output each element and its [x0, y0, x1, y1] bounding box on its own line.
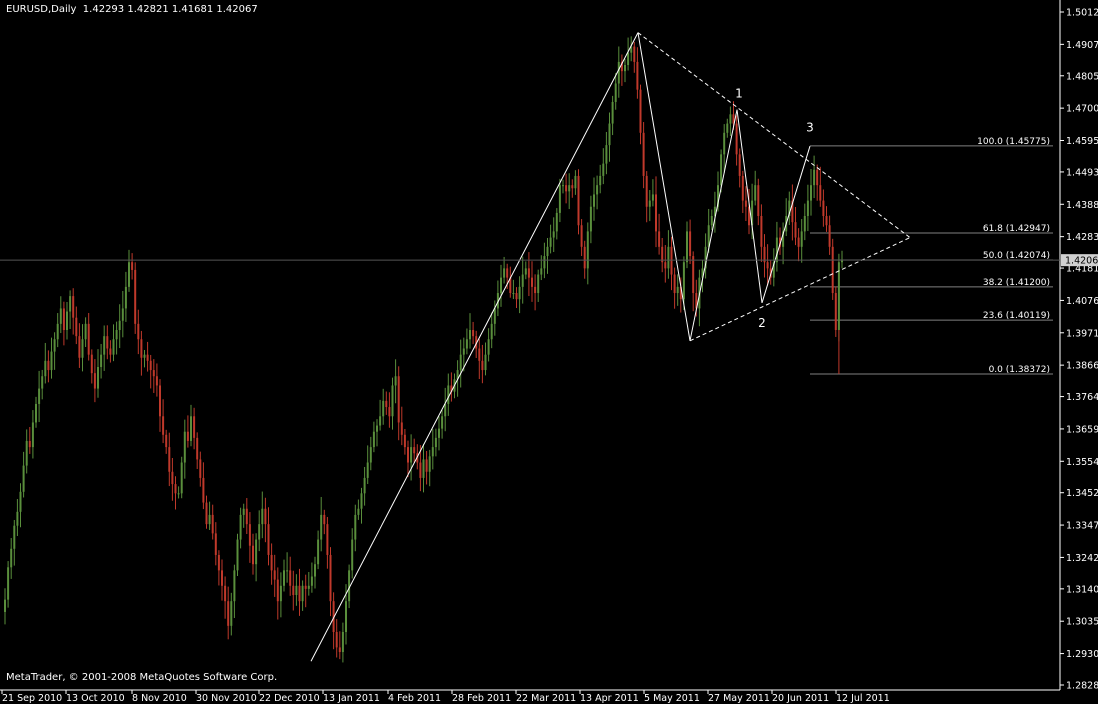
bull-candle [236, 533, 239, 576]
fib-level-label: 50.0 (1.42074) [983, 251, 1050, 261]
x-tick-label: 12 Jul 2011 [836, 693, 890, 704]
chart-area[interactable]: 100.0 (1.45775) 61.8 (1.42947) 50.0 (1.420… [0, 0, 1098, 704]
plot-background [0, 0, 1060, 690]
x-tick-label: 13 Apr 2011 [580, 693, 639, 704]
wave-label-3: 3 [806, 120, 814, 134]
y-tick-label: 1.39710 [1066, 328, 1098, 339]
y-tick-label: 1.30350 [1066, 617, 1098, 628]
y-tick-label: 1.42830 [1066, 232, 1098, 243]
x-tick-label: 13 Jan 2011 [323, 693, 380, 704]
y-tick-label: 1.29300 [1066, 649, 1098, 660]
fib-level-label: 100.0 (1.45775) [977, 137, 1050, 147]
fib-level-label: 61.8 (1.42947) [983, 224, 1050, 234]
bear-candle [134, 262, 137, 334]
x-tick-label: 8 Nov 2010 [132, 693, 187, 704]
x-tick-label: 22 Dec 2010 [259, 693, 320, 704]
y-tick-label: 1.40760 [1066, 296, 1098, 307]
ohlc-values: 1.42293 1.42821 1.41681 1.42067 [82, 4, 258, 15]
fib-level-label: 23.6 (1.40119) [983, 311, 1050, 321]
y-tick-label: 1.48050 [1066, 71, 1098, 82]
y-tick-label: 1.43880 [1066, 200, 1098, 211]
y-tick-label: 1.32420 [1066, 553, 1098, 564]
time-axis: 21 Sep 2010 13 Oct 2010 8 Nov 2010 30 Nov 2… [1, 690, 890, 704]
chart-header: EURUSD,Daily 1.42293 1.42821 1.41681 1.4… [6, 4, 258, 15]
y-tick-label: 1.31400 [1066, 584, 1098, 595]
y-tick-label: 1.28280 [1066, 681, 1098, 692]
bear-candle [834, 286, 837, 337]
y-tick-label: 1.38660 [1066, 361, 1098, 372]
y-tick-label: 1.50120 [1066, 8, 1098, 19]
copyright-text: MetaTrader, © 2001-2008 MetaQuotes Softw… [6, 672, 278, 683]
x-tick-label: 21 Sep 2010 [2, 693, 62, 704]
bear-candle [577, 169, 580, 235]
x-tick-label: 20 Jun 2011 [772, 693, 829, 704]
y-tick-label: 1.45950 [1066, 136, 1098, 147]
y-tick-label: 1.44930 [1066, 167, 1098, 178]
wave-label-1: 1 [735, 86, 743, 100]
x-tick-label: 27 May 2011 [708, 693, 770, 704]
price-axis: 1.50120 1.49070 1.48050 1.47000 1.45950 1.449… [1060, 8, 1098, 692]
y-tick-label: 1.33470 [1066, 521, 1098, 532]
price-tag-text: 1.42067 [1065, 256, 1098, 267]
y-tick-label: 1.34520 [1066, 488, 1098, 499]
y-tick-label: 1.35540 [1066, 457, 1098, 468]
fib-level-label: 0.0 (1.38372) [989, 365, 1050, 375]
x-tick-label: 22 Mar 2011 [516, 693, 576, 704]
x-tick-label: 13 Oct 2010 [66, 693, 125, 704]
bear-candle [831, 238, 834, 300]
candlestick-chart[interactable]: 100.0 (1.45775) 61.8 (1.42947) 50.0 (1.420… [0, 0, 1098, 704]
x-tick-label: 5 May 2011 [644, 693, 700, 704]
bull-candle [837, 253, 840, 342]
y-tick-label: 1.36590 [1066, 424, 1098, 435]
y-tick-label: 1.37640 [1066, 392, 1098, 403]
x-tick-label: 30 Nov 2010 [196, 693, 257, 704]
symbol-label: EURUSD,Daily [6, 4, 77, 15]
fib-level-label: 38.2 (1.41200) [983, 278, 1050, 288]
x-tick-label: 28 Feb 2011 [452, 693, 511, 704]
y-tick-label: 1.49070 [1066, 40, 1098, 51]
x-tick-label: 4 Feb 2011 [388, 693, 441, 704]
bull-candle [180, 456, 183, 499]
wave-label-2: 2 [758, 316, 766, 330]
y-tick-label: 1.47000 [1066, 104, 1098, 115]
